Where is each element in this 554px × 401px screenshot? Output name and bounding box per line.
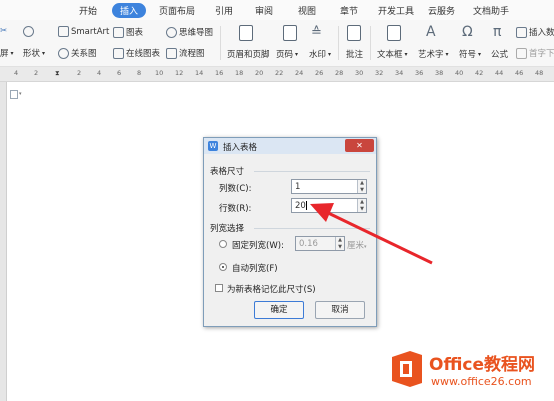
watermark: Office教程网 www.office26.com [388, 346, 554, 401]
watermark-brand: Office教程网 [429, 355, 536, 375]
annotation-arrow [310, 203, 433, 265]
arrow-shaft [321, 208, 433, 265]
office-logo-icon [392, 351, 422, 387]
watermark-url: www.office26.com [431, 375, 532, 388]
